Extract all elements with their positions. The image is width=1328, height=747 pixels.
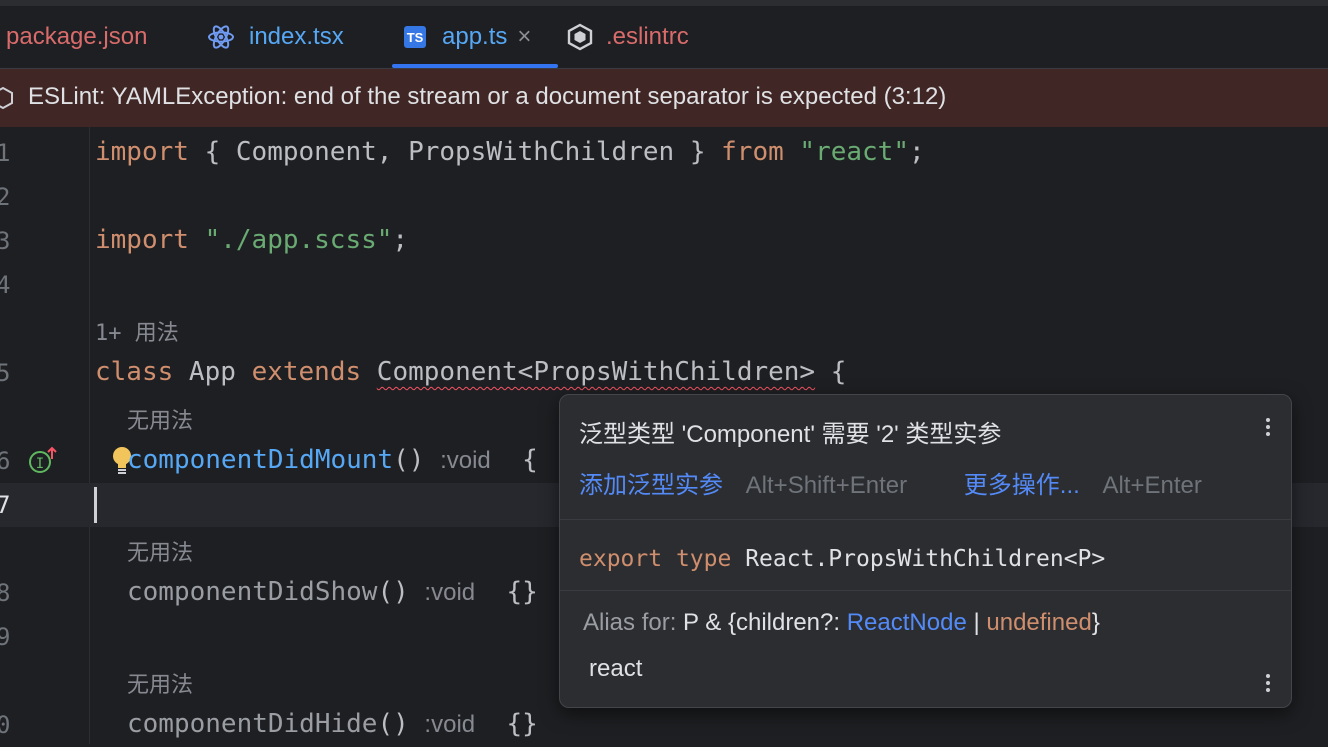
line-number: 5 — [0, 359, 11, 387]
line-number: 8 — [0, 579, 11, 607]
code-text: componentDidHide() :void {} — [127, 709, 538, 739]
tab-package-json[interactable]: package.json — [6, 6, 147, 68]
tab-index-tsx[interactable]: index.tsx — [207, 6, 344, 68]
tab-label: index.tsx — [249, 23, 344, 50]
tab-eslintrc[interactable]: .eslintrc — [566, 6, 689, 68]
usage-hint[interactable]: 无用法 — [127, 535, 193, 567]
tab-label: app.ts — [442, 23, 508, 50]
more-options-icon[interactable] — [1264, 415, 1272, 439]
usage-hint[interactable]: 无用法 — [127, 403, 193, 435]
alias-definition: Alias for: P & {children?: ReactNode | u… — [583, 609, 1100, 636]
banner-message: ESLint: YAMLException: end of the stream… — [28, 83, 947, 110]
code-text: componentDidMount() :void { — [127, 445, 538, 475]
error-highlight: Component<PropsWithChildren> — [376, 357, 816, 387]
line-number: 7 — [0, 491, 11, 519]
popup-actions: 添加泛型实参 Alt+Shift+Enter 更多操作... Alt+Enter — [579, 465, 1202, 500]
implements-method-icon[interactable]: I — [28, 445, 62, 479]
line-number: 2 — [0, 183, 11, 211]
code-line: 5 class App extends Component<PropsWithC… — [0, 351, 1328, 395]
svg-text:I: I — [36, 456, 44, 472]
code-text: componentDidShow() :void {} — [127, 577, 538, 607]
code-text: import { Component, PropsWithChildren } … — [95, 137, 925, 167]
usage-hint-row: 1+ 用法 — [0, 307, 1328, 351]
more-options-icon[interactable] — [1264, 671, 1272, 695]
line-number: 3 — [0, 227, 11, 255]
active-tab-indicator — [392, 64, 558, 68]
eslint-icon — [0, 86, 14, 116]
code-line: 1 import { Component, PropsWithChildren … — [0, 131, 1328, 175]
type-definition: export type React.PropsWithChildren<P> — [579, 546, 1106, 572]
usage-hint[interactable]: 无用法 — [127, 667, 193, 699]
eslint-icon — [566, 23, 594, 51]
popup-divider — [560, 519, 1291, 520]
tab-label: package.json — [6, 23, 148, 50]
typescript-file-icon: TS — [404, 26, 426, 48]
type-hint: :void — [440, 447, 491, 474]
react-icon — [207, 23, 235, 51]
tab-label: .eslintrc — [606, 23, 689, 50]
text-caret — [94, 487, 97, 523]
shortcut-label: Alt+Enter — [1102, 472, 1202, 499]
eslint-error-banner: ESLint: YAMLException: end of the stream… — [0, 69, 1328, 127]
tab-app-ts[interactable]: TS app.ts × — [404, 6, 531, 68]
more-actions-link[interactable]: 更多操作... — [964, 472, 1080, 499]
popup-error-title: 泛型类型 'Component' 需要 '2' 类型实参 — [579, 421, 1002, 448]
quick-documentation-popup: 泛型类型 'Component' 需要 '2' 类型实参 添加泛型实参 Alt+… — [559, 394, 1292, 708]
code-line: 2 — [0, 175, 1328, 219]
editor-tab-bar: package.json index.tsx TS app.ts × .esli… — [0, 6, 1328, 69]
reactnode-link[interactable]: ReactNode — [847, 609, 967, 636]
module-name: react — [589, 655, 643, 682]
close-tab-icon[interactable]: × — [517, 23, 531, 51]
line-number: 4 — [0, 271, 11, 299]
type-hint: :void — [424, 579, 476, 606]
line-number: 1 — [0, 139, 11, 167]
type-hint: :void — [424, 711, 476, 738]
shortcut-label: Alt+Shift+Enter — [745, 472, 908, 499]
code-text: import "./app.scss"; — [95, 225, 409, 255]
code-line: 4 — [0, 263, 1328, 307]
usage-hint[interactable]: 1+ 用法 — [95, 315, 179, 347]
line-number: 6 — [0, 447, 11, 475]
popup-divider — [560, 590, 1291, 591]
code-text: class App extends Component<PropsWithChi… — [95, 357, 847, 387]
add-type-arguments-action[interactable]: 添加泛型实参 — [579, 472, 723, 499]
line-number: 9 — [0, 623, 11, 651]
code-line: 3 import "./app.scss"; — [0, 219, 1328, 263]
code-line: 0 componentDidHide() :void {} — [0, 703, 1328, 747]
line-number: 0 — [0, 711, 11, 739]
